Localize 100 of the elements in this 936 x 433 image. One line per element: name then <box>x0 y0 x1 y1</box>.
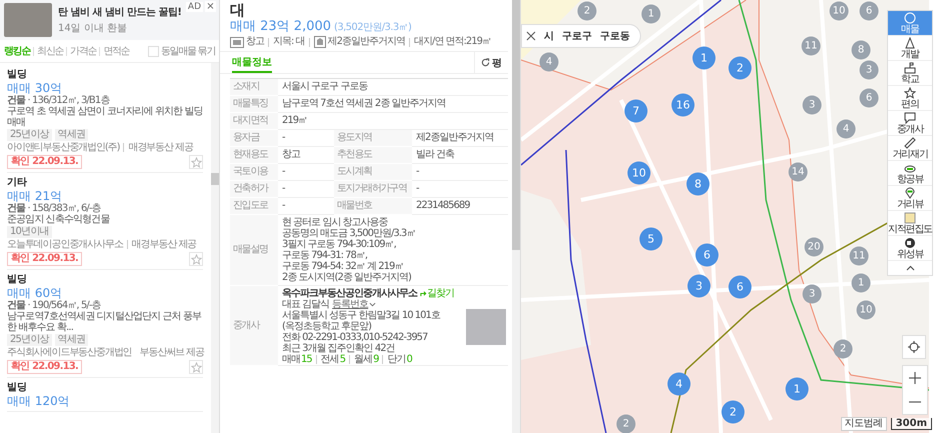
registration-link[interactable]: 등록번호 <box>332 299 376 310</box>
table-cell: 남구로역 7호선 역세권 2종 일반주거지역 <box>278 96 508 113</box>
provider-name: 부동산써브 제공 <box>140 347 204 358</box>
map-tool-button[interactable]: 매물 <box>888 11 932 36</box>
sort-tab[interactable]: 랭킹순 <box>4 44 30 58</box>
table-label: 대지면적 <box>230 113 278 130</box>
zoning-icon <box>314 36 326 48</box>
refresh-icon <box>481 58 490 67</box>
agency-name: 아이앤티부동산중개법인(주) <box>7 142 120 153</box>
pin-icon <box>904 186 916 198</box>
description-line: 공동명의 매도금 3,500만원/3.3㎡ <box>282 228 416 239</box>
listing-type[interactable]: 빌딩 <box>7 274 203 286</box>
count-label: 매매 <box>282 354 300 365</box>
tag: 25년이상 <box>7 334 52 346</box>
turn-arrow-icon <box>420 290 427 297</box>
directions-link[interactable]: 길찾기 <box>420 288 454 299</box>
photo-placeholder <box>466 308 506 344</box>
count-value: 15 <box>301 354 312 365</box>
table-label: 도시계획 <box>334 164 412 181</box>
agency-name: 주식회사에이드부동산중개법인 <box>7 347 132 358</box>
table-label: 건축허가 <box>230 181 278 198</box>
map-tool-button[interactable]: 중개사 <box>888 111 932 136</box>
agency-name: 오늘투데이공인중개사사무소 <box>7 239 123 250</box>
table-cell: 제2종일반주거지역 <box>412 130 508 147</box>
map-legend-button[interactable]: 지도범례 <box>840 417 887 431</box>
table-label: 진입도로 <box>230 198 278 215</box>
ad-title: 탄 냄비 새 냄비 만드는 꿀팁! <box>58 6 182 19</box>
provider-name: 매경부동산 제공 <box>132 239 196 250</box>
cone-icon <box>904 36 916 48</box>
provider-name: 매경부동산 제공 <box>128 142 193 153</box>
region-link[interactable]: 구로동 <box>600 29 630 43</box>
count-value: 0 <box>406 354 412 365</box>
map-tool-button[interactable]: 항공뷰 <box>888 161 932 186</box>
favorite-button[interactable] <box>189 155 203 169</box>
map-tool-button[interactable]: 지적편집도 <box>888 211 932 236</box>
listing-price[interactable]: 매매 120억 <box>7 394 203 408</box>
map-tool-button[interactable]: 거리뷰 <box>888 186 932 211</box>
map-tool-button[interactable]: 개발 <box>888 36 932 61</box>
region-link[interactable]: 구로구 <box>562 29 592 43</box>
summary-text: 대지/연 면적:219㎡ <box>414 36 491 48</box>
table-label: 융자금 <box>230 130 278 147</box>
checkbox-label[interactable]: 동일매물 묶기 <box>160 44 215 58</box>
count-label: 전세 <box>320 354 339 365</box>
table-label: 매물번호 <box>334 198 412 215</box>
table-label: 매물특징 <box>230 96 278 113</box>
confirmed-date-badge: 확인 22.09.13. <box>7 252 82 266</box>
region-link[interactable]: 시 <box>544 29 554 43</box>
tag: 25년이상 <box>7 129 52 141</box>
confirmed-date-badge: 확인 22.09.13. <box>7 155 82 169</box>
summary-text: 창고 <box>246 36 264 48</box>
caret-icon <box>369 302 376 307</box>
map-tool-button[interactable]: 위성뷰 <box>888 236 932 261</box>
map-tool-button[interactable]: 학교 <box>888 61 932 86</box>
locate-button[interactable] <box>902 335 926 359</box>
table-label: 소재지 <box>230 79 278 96</box>
address-note: (옥정초등학교 후문앞) <box>282 321 372 332</box>
ad-badge: AD <box>186 2 203 12</box>
listing-spec: 건물 · 158/383㎡, 6/-층 <box>7 203 102 214</box>
agent-phone: 전화 02-2291-0333,010-5242-3957 <box>282 332 428 343</box>
scrollbar[interactable] <box>512 0 520 433</box>
count-label: 월세 <box>354 354 372 365</box>
detail-tab[interactable]: 매물정보 <box>232 52 272 73</box>
description-line: 구로동 794-31: 78㎡, <box>282 250 368 261</box>
map-icon <box>904 212 916 224</box>
verification-count: 최근 3개월 집주인확인 42건 <box>282 343 396 354</box>
listing-type[interactable]: 빌딩 <box>7 69 203 81</box>
unit-price: (3,502만원/3.3㎡) <box>334 21 412 34</box>
listing-price[interactable]: 매매 30억 <box>7 81 203 95</box>
close-button[interactable]: × <box>205 1 216 12</box>
sort-tab[interactable]: 가격순 <box>70 44 96 58</box>
favorite-button[interactable] <box>189 252 203 266</box>
table-cell: 2231485689 <box>412 198 508 215</box>
unit-toggle-button[interactable]: 평 <box>474 52 508 73</box>
table-label: 추천용도 <box>334 147 412 164</box>
count-value: 5 <box>340 354 346 365</box>
listing-type[interactable]: 빌딩 <box>7 382 203 394</box>
favorite-button[interactable] <box>189 360 203 374</box>
listing-spec: 건물 · 136/312㎡, 3/B1층 <box>7 95 111 106</box>
listing-price[interactable]: 매매 21억 <box>7 189 203 203</box>
sort-tab[interactable]: 최신순 <box>37 44 64 58</box>
sort-tab[interactable]: 면적순 <box>103 44 130 58</box>
table-label: 매물설명 <box>230 215 278 286</box>
plus-icon <box>909 372 921 384</box>
scrollbar[interactable] <box>211 63 219 433</box>
property-price: 매매 23억 2,000 <box>230 19 332 34</box>
listing-type[interactable]: 기타 <box>7 177 203 189</box>
checkbox[interactable] <box>148 46 159 56</box>
listing-price[interactable]: 매매 60억 <box>7 286 203 300</box>
map-scale: 300m <box>890 418 932 430</box>
map-tool-button[interactable]: 거리재기 <box>888 136 932 161</box>
ad-subtitle: 14일 이내 환불 <box>58 22 128 35</box>
map-tool-button[interactable]: 편의 <box>888 86 932 111</box>
listing-description: 준공임지 신축수익형건물 <box>7 214 111 225</box>
table-cell: 빌라 건축 <box>412 147 508 164</box>
chat-icon <box>904 112 916 124</box>
ad-banner[interactable]: 탄 냄비 새 냄비 만드는 꿀팁! 14일 이내 환불 AD × <box>0 0 219 40</box>
photo-placeholder <box>4 3 52 37</box>
locate-icon <box>908 341 920 353</box>
description-line: 3필지 구로동 794-30:109㎡, <box>282 239 397 250</box>
close-button[interactable] <box>526 31 536 41</box>
